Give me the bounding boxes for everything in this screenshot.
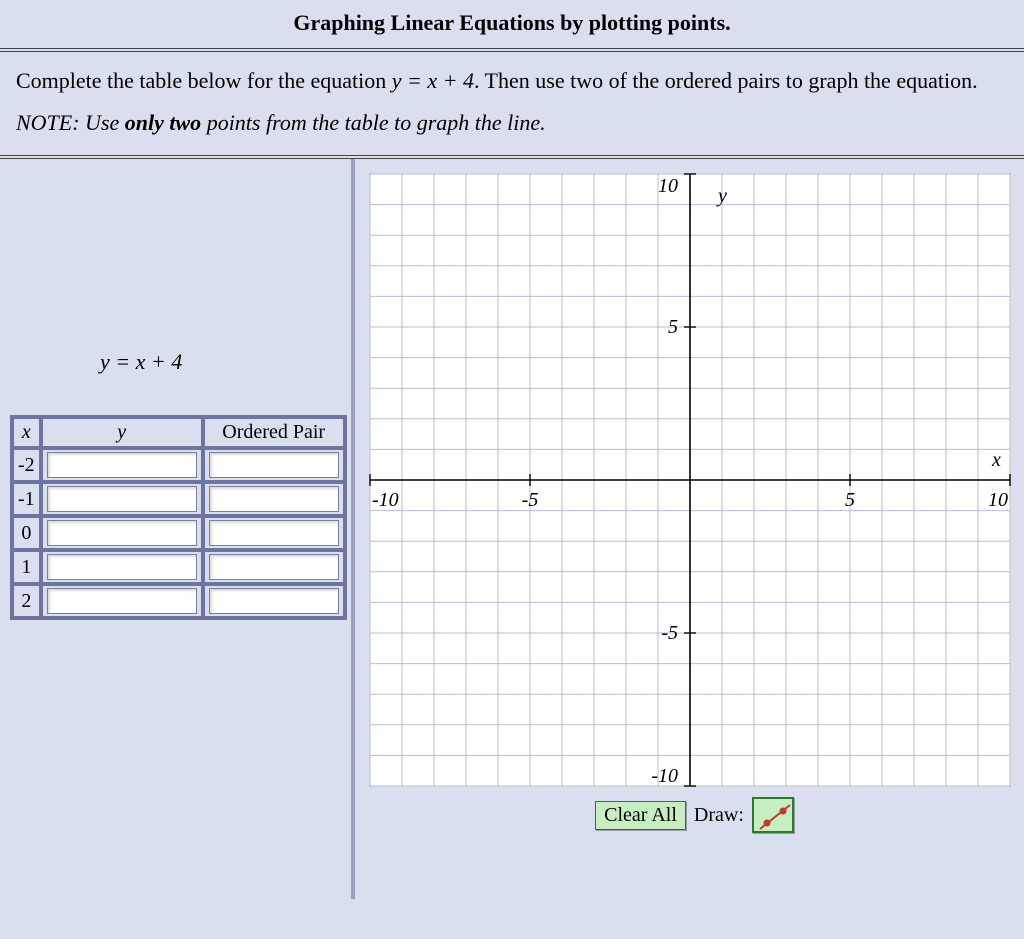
y-input[interactable] — [47, 520, 197, 546]
x-value: 0 — [12, 516, 41, 550]
x-value: -2 — [12, 448, 41, 482]
y-input[interactable] — [47, 554, 197, 580]
clear-all-button[interactable]: Clear All — [595, 801, 686, 830]
table-panel: y = x + 4 x y Ordered Pair -2 -1 0 — [0, 159, 355, 899]
y-input[interactable] — [47, 486, 197, 512]
instr-post: . Then use two of the ordered pairs to g… — [474, 68, 978, 93]
pair-input[interactable] — [209, 554, 339, 580]
x-value: 2 — [12, 584, 41, 618]
table-row: 2 — [12, 584, 345, 618]
y-input[interactable] — [47, 452, 197, 478]
pair-input[interactable] — [209, 520, 339, 546]
col-header-pair: Ordered Pair — [203, 417, 345, 448]
xy-table: x y Ordered Pair -2 -1 0 1 — [10, 415, 347, 620]
svg-text:x: x — [991, 449, 1001, 471]
pair-input[interactable] — [209, 588, 339, 614]
svg-text:5: 5 — [668, 316, 678, 338]
col-header-x: x — [12, 417, 41, 448]
instructions: Complete the table below for the equatio… — [0, 52, 1024, 155]
svg-text:-10: -10 — [651, 765, 678, 787]
svg-text:10: 10 — [658, 175, 678, 197]
x-value: 1 — [12, 550, 41, 584]
note-post: points from the table to graph the line. — [201, 110, 545, 135]
col-header-y: y — [41, 417, 203, 448]
coordinate-plane[interactable]: -10 -5 5 10 -10 -5 5 10 y x — [365, 169, 1015, 791]
svg-text:5: 5 — [845, 489, 855, 511]
pair-input[interactable] — [209, 452, 339, 478]
note-pre: NOTE: Use — [16, 110, 125, 135]
svg-text:-5: -5 — [522, 489, 539, 511]
line-through-points-icon — [754, 799, 796, 835]
instr-equation: y = x + 4 — [392, 68, 474, 93]
table-row: 0 — [12, 516, 345, 550]
page-title: Graphing Linear Equations by plotting po… — [0, 0, 1024, 48]
line-tool-button[interactable] — [752, 797, 794, 833]
pair-input[interactable] — [209, 486, 339, 512]
table-row: -2 — [12, 448, 345, 482]
equation-header: y = x + 4 — [100, 349, 343, 375]
instructions-note: NOTE: Use only two points from the table… — [16, 108, 1008, 138]
svg-text:-10: -10 — [372, 489, 399, 511]
graph-controls: Clear All Draw: — [365, 797, 1024, 833]
table-row: -1 — [12, 482, 345, 516]
y-input[interactable] — [47, 588, 197, 614]
table-row: 1 — [12, 550, 345, 584]
svg-text:10: 10 — [988, 489, 1008, 511]
x-value: -1 — [12, 482, 41, 516]
svg-text:y: y — [716, 185, 727, 207]
draw-label: Draw: — [690, 804, 748, 827]
instr-pre: Complete the table below for the equatio… — [16, 68, 392, 93]
note-bold: only two — [125, 110, 201, 135]
graph-panel: -10 -5 5 10 -10 -5 5 10 y x Clear All Draw: — [355, 159, 1024, 853]
svg-text:-5: -5 — [661, 622, 678, 644]
grid-svg: -10 -5 5 10 -10 -5 5 10 y x — [365, 169, 1015, 791]
